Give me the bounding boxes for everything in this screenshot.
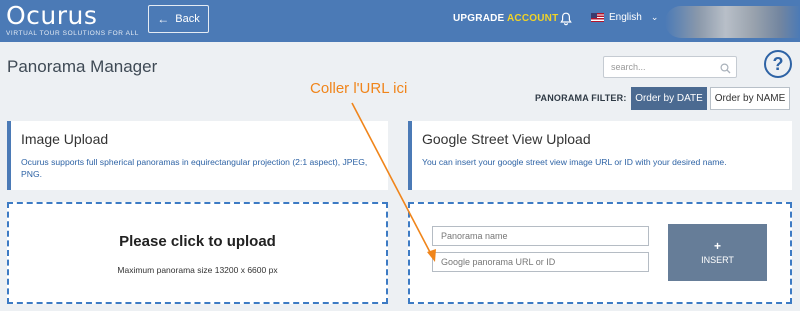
upgrade-account-link[interactable]: UPGRADE ACCOUNT xyxy=(453,13,558,24)
page-title: Panorama Manager xyxy=(7,57,158,76)
top-navigation-bar: Ocurus VIRTUAL TOUR SOLUTIONS FOR ALL ← … xyxy=(0,0,800,42)
help-circle-icon[interactable]: ? xyxy=(764,50,792,78)
bell-icon[interactable] xyxy=(560,12,572,31)
search-input[interactable] xyxy=(603,56,737,78)
street-view-description: You can insert your google street view i… xyxy=(422,157,727,167)
image-upload-card: Image Upload Ocurus supports full spheri… xyxy=(7,121,388,190)
street-view-form: + INSERT xyxy=(408,202,792,304)
account-label: ACCOUNT xyxy=(507,13,559,24)
user-avatar[interactable] xyxy=(665,6,800,38)
panorama-url-input[interactable] xyxy=(432,252,649,272)
panorama-filter-label: PANORAMA FILTER: xyxy=(535,93,627,103)
ocurus-logo[interactable]: Ocurus VIRTUAL TOUR SOLUTIONS FOR ALL xyxy=(6,3,146,39)
upload-dropzone[interactable]: Please click to upload Maximum panorama … xyxy=(7,202,388,304)
order-by-date-button[interactable]: Order by DATE xyxy=(631,87,707,110)
image-upload-title: Image Upload xyxy=(21,131,109,147)
back-button[interactable]: ← Back xyxy=(148,5,209,33)
upload-dropzone-title: Please click to upload xyxy=(119,233,276,250)
street-view-card: Google Street View Upload You can insert… xyxy=(408,121,792,190)
order-by-name-button[interactable]: Order by NAME xyxy=(710,87,790,110)
panorama-name-input[interactable] xyxy=(432,226,649,246)
arrow-left-icon: ← xyxy=(157,12,170,26)
image-upload-description: Ocurus supports full spherical panoramas… xyxy=(21,157,368,179)
insert-button-label: INSERT xyxy=(701,255,734,265)
back-button-label: Back xyxy=(175,13,200,25)
language-selector[interactable]: English ⌄ xyxy=(591,12,658,23)
search-icon[interactable] xyxy=(720,61,731,79)
logo-tagline: VIRTUAL TOUR SOLUTIONS FOR ALL xyxy=(6,30,139,37)
upgrade-label: UPGRADE xyxy=(453,13,505,24)
upload-dropzone-subtitle: Maximum panorama size 13200 x 6600 px xyxy=(117,265,278,275)
chevron-down-icon: ⌄ xyxy=(650,12,659,22)
insert-button[interactable]: + INSERT xyxy=(668,224,767,281)
plus-icon: + xyxy=(713,239,721,253)
help-label: ? xyxy=(772,53,784,74)
annotation-text: Coller l'URL ici xyxy=(310,80,408,97)
us-flag-icon xyxy=(591,13,604,22)
logo-text: Ocurus xyxy=(6,1,98,30)
language-label: English xyxy=(609,12,642,23)
street-view-title: Google Street View Upload xyxy=(422,131,591,147)
